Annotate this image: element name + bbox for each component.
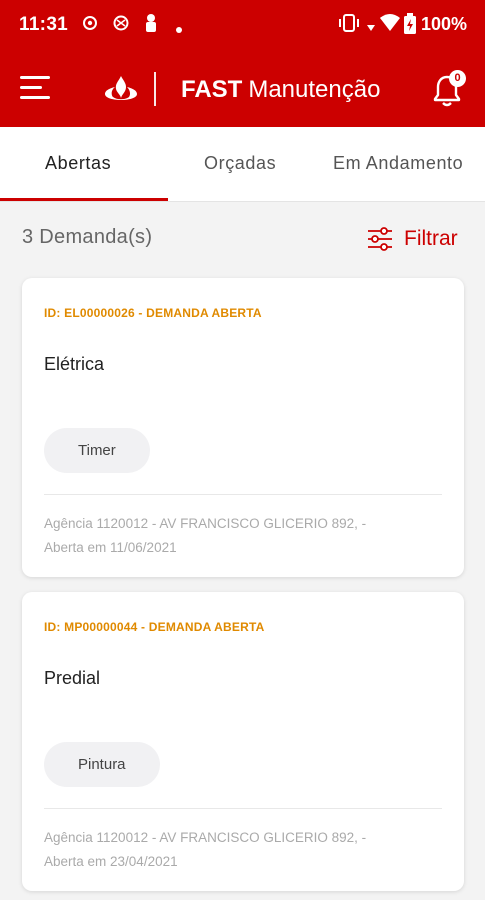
demand-card[interactable]: ID: MP00000044 - DEMANDA ABERTA Predial … [22, 592, 464, 891]
vibrate-icon [338, 13, 360, 38]
notifications-button[interactable]: 0 [432, 70, 468, 110]
signal-arrow-icon [367, 19, 375, 37]
status-time: 11:31 [19, 14, 69, 35]
demand-category: Predial [44, 668, 101, 688]
settings-notification-icon [82, 13, 98, 38]
dot-icon [176, 20, 182, 38]
demand-card[interactable]: ID: EL00000026 - DEMANDA ABERTA Elétrica… [22, 278, 464, 577]
tab-orcadas[interactable]: Orçadas [204, 127, 276, 202]
status-bar: 11:31 100% [0, 0, 485, 50]
filter-sliders-icon [368, 227, 392, 251]
nfc-notification-icon [112, 13, 130, 38]
demand-category: Elétrica [44, 354, 105, 374]
menu-icon-line [20, 86, 42, 89]
demand-count: 3 Demanda(s) [22, 226, 153, 248]
menu-icon-line [20, 76, 50, 79]
app-title-rest: Manutenção [248, 76, 381, 103]
demand-opened-date: Aberta em 23/04/2021 [44, 854, 178, 869]
filter-label: Filtrar [404, 227, 458, 250]
tab-bar: Abertas Orçadas Em Andamento [0, 127, 485, 202]
tab-em-andamento[interactable]: Em Andamento [333, 127, 463, 202]
card-divider [44, 494, 442, 495]
battery-icon [404, 13, 416, 40]
demand-opened-date: Aberta em 11/06/2021 [44, 540, 177, 555]
battery-percentage: 100% [420, 14, 467, 34]
service-chip: Pintura [44, 742, 160, 787]
demand-id: ID: MP00000044 - DEMANDA ABERTA [44, 620, 265, 634]
service-chip: Timer [44, 428, 150, 473]
filter-button[interactable]: Filtrar [366, 224, 458, 254]
notification-badge: 0 [449, 70, 466, 87]
menu-icon-line [20, 96, 50, 99]
profile-notification-icon [144, 13, 158, 38]
menu-button[interactable] [20, 76, 52, 102]
card-divider [44, 808, 442, 809]
tab-abertas[interactable]: Abertas [45, 127, 111, 202]
demand-id: ID: EL00000026 - DEMANDA ABERTA [44, 306, 262, 320]
flame-logo [103, 74, 139, 111]
logo-divider [154, 72, 156, 106]
app-title: FAST Manutenção [181, 76, 380, 104]
app-title-bold: FAST [181, 76, 243, 103]
wifi-icon [379, 13, 401, 38]
demand-address: Agência 1120012 - AV FRANCISCO GLICERIO … [44, 516, 367, 531]
demand-address: Agência 1120012 - AV FRANCISCO GLICERIO … [44, 830, 367, 845]
app-bar: FAST Manutenção 0 [0, 50, 485, 127]
active-tab-indicator [0, 198, 168, 201]
